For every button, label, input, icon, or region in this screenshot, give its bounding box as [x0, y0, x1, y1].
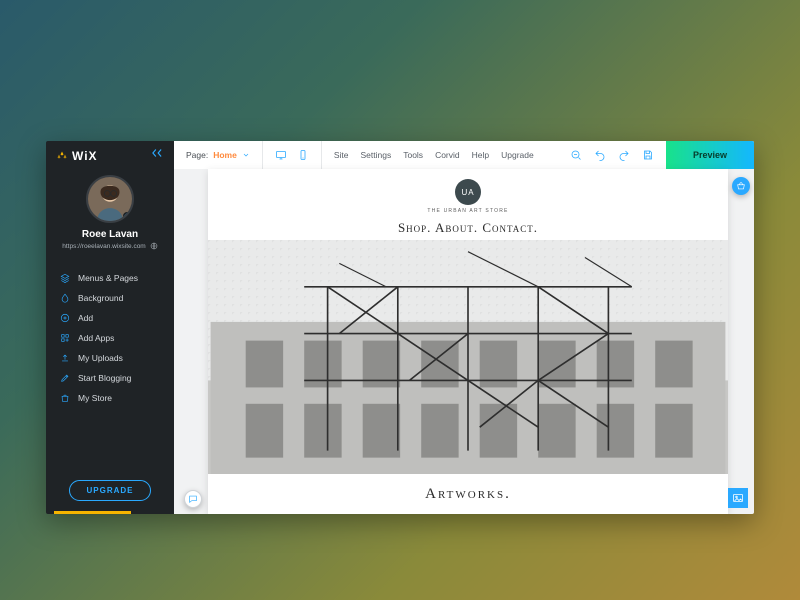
brand: WiX: [56, 149, 98, 163]
mobile-icon[interactable]: [297, 149, 309, 161]
user-card: Roee Lavan https://roeelavan.wixsite.com: [46, 169, 174, 258]
sidebar-item-label: Add Apps: [78, 333, 114, 343]
bag-icon: [60, 393, 70, 403]
brand-name: WiX: [72, 149, 98, 163]
brand-mark-icon: [56, 150, 68, 162]
upload-icon: [60, 353, 70, 363]
sidebar-item-label: Menus & Pages: [78, 273, 138, 283]
top-toolbar: [558, 149, 666, 161]
site-logo-text: UA: [461, 188, 474, 197]
sidebar-item-label: Start Blogging: [78, 373, 131, 383]
image-tool-button[interactable]: [728, 488, 748, 508]
page-value: Home: [213, 150, 237, 160]
site-tagline: The urban art store: [208, 208, 728, 214]
plus-circle-icon: [60, 313, 70, 323]
sidebar-item-label: My Store: [78, 393, 112, 403]
sidebar-item-label: Background: [78, 293, 123, 303]
main: Page: Home Site Settings Tools Corvid He…: [174, 141, 754, 514]
zoom-out-icon[interactable]: [570, 149, 582, 161]
chat-icon: [188, 494, 198, 504]
preview-button[interactable]: Preview: [666, 141, 754, 169]
user-url[interactable]: https://roeelavan.wixsite.com: [62, 243, 145, 250]
sidebar: WiX Roee Lavan https: [46, 141, 174, 514]
site-nav[interactable]: Shop. About. Contact.: [208, 220, 728, 236]
avatar[interactable]: [86, 175, 134, 223]
hero-image: [208, 240, 728, 474]
canvas-area: UA The urban art store Shop. About. Cont…: [174, 169, 754, 514]
app-window: WiX Roee Lavan https: [46, 141, 754, 514]
desktop-icon[interactable]: [275, 149, 287, 161]
status-dot-icon: [123, 212, 131, 220]
user-name: Roee Lavan: [82, 229, 138, 240]
device-switch: [263, 141, 322, 169]
droplet-icon: [60, 293, 70, 303]
sidebar-nav: Menus & Pages Background Add Add Apps My…: [46, 258, 174, 470]
page-selector[interactable]: Page: Home: [174, 141, 263, 169]
cart-button[interactable]: [732, 177, 750, 195]
sidebar-item-my-uploads[interactable]: My Uploads: [60, 348, 164, 368]
sidebar-item-menus-pages[interactable]: Menus & Pages: [60, 268, 164, 288]
undo-icon[interactable]: [594, 149, 606, 161]
chat-button[interactable]: [184, 490, 202, 508]
site-canvas[interactable]: UA The urban art store Shop. About. Cont…: [208, 169, 728, 514]
section-title: Artworks.: [208, 474, 728, 514]
accent-bar: [54, 511, 131, 514]
site-hero: UA The urban art store Shop. About. Cont…: [208, 169, 728, 514]
collapse-icon: [150, 146, 164, 160]
chevron-down-icon: [242, 151, 250, 159]
topbar: Page: Home Site Settings Tools Corvid He…: [174, 141, 754, 169]
apps-icon: [60, 333, 70, 343]
menu-corvid[interactable]: Corvid: [435, 150, 460, 160]
sidebar-item-label: Add: [78, 313, 93, 323]
sidebar-item-background[interactable]: Background: [60, 288, 164, 308]
top-menu: Site Settings Tools Corvid Help Upgrade: [322, 150, 558, 160]
menu-upgrade[interactable]: Upgrade: [501, 150, 534, 160]
menu-settings[interactable]: Settings: [361, 150, 392, 160]
sidebar-item-add[interactable]: Add: [60, 308, 164, 328]
save-icon[interactable]: [642, 149, 654, 161]
upgrade-button[interactable]: UPGRADE: [69, 480, 150, 501]
site-logo[interactable]: UA: [455, 179, 481, 205]
sidebar-item-start-blogging[interactable]: Start Blogging: [60, 368, 164, 388]
menu-site[interactable]: Site: [334, 150, 349, 160]
brand-row: WiX: [46, 141, 174, 169]
pen-icon: [60, 373, 70, 383]
page-label: Page:: [186, 150, 208, 160]
sidebar-item-add-apps[interactable]: Add Apps: [60, 328, 164, 348]
image-icon: [732, 492, 744, 504]
building-illustration: [208, 240, 728, 474]
user-url-row: https://roeelavan.wixsite.com: [62, 242, 157, 250]
sidebar-item-label: My Uploads: [78, 353, 123, 363]
layers-icon: [60, 273, 70, 283]
redo-icon[interactable]: [618, 149, 630, 161]
menu-help[interactable]: Help: [472, 150, 489, 160]
sidebar-item-my-store[interactable]: My Store: [60, 388, 164, 408]
collapse-sidebar-button[interactable]: [150, 146, 164, 165]
basket-icon: [736, 181, 746, 191]
menu-tools[interactable]: Tools: [403, 150, 423, 160]
globe-icon: [150, 242, 158, 250]
